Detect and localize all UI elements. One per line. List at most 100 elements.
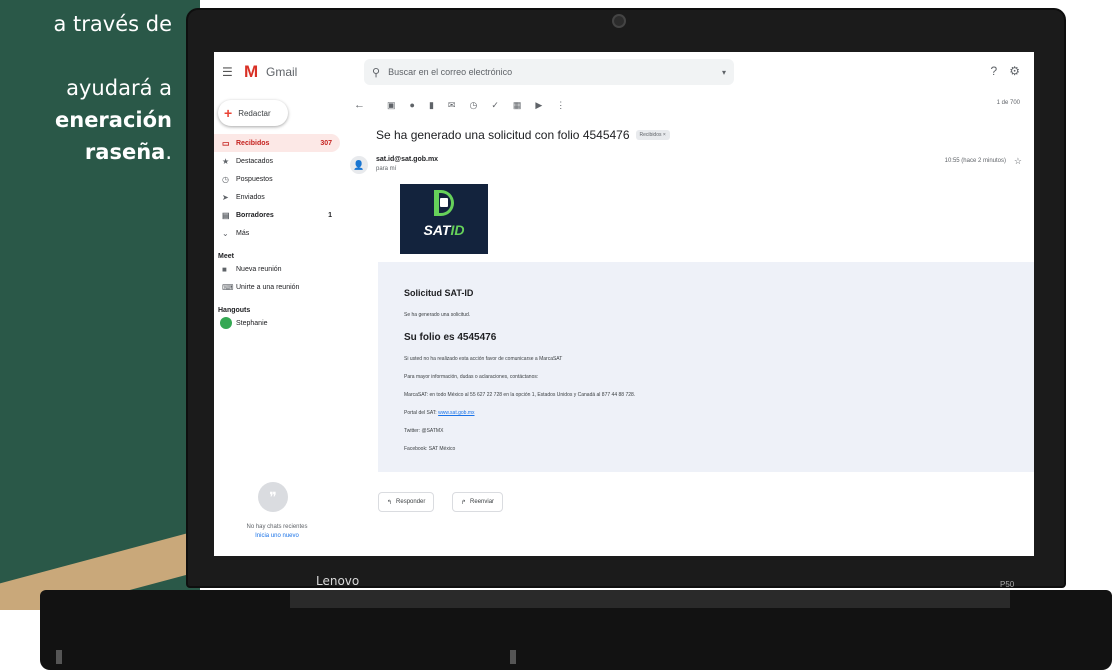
draft-icon: ▤ [222,210,230,220]
sidebar: + Redactar ▭ Recibidos 307 ★ Destacados … [214,96,340,556]
email-line-phone: MarcaSAT: en todo México al 55 627 22 72… [404,392,636,398]
sidebar-item-new-meeting[interactable]: ■ Nueva reunión [214,260,340,278]
sidebar-item-label: Recibidos [236,139,270,147]
hangouts-section-title: Hangouts [218,307,251,314]
portal-link[interactable]: www.sat.gob.mx [438,410,474,416]
email-body: Solicitud SAT-ID Se ha generado una soli… [378,262,1034,472]
gear-icon[interactable]: ⚙ [1009,64,1020,78]
sidebar-item-more[interactable]: ⌄ Más [214,224,340,242]
plus-icon: + [224,105,233,121]
avatar [220,317,232,329]
slide-line-4-suffix: . [165,140,172,164]
email-line-info: Para mayor información, dudas o aclaraci… [404,374,539,380]
compose-button[interactable]: + Redactar [218,100,288,126]
slide-line-4: raseña [84,140,166,164]
unread-count: 307 [320,139,332,147]
recipient-label[interactable]: para mí [376,166,396,172]
sidebar-item-label: Borradores [236,211,274,219]
search-options-icon[interactable]: ▾ [722,68,726,77]
sidebar-item-snoozed[interactable]: ◷ Pospuestos [214,170,340,188]
mark-unread-icon[interactable]: ✉ [448,100,456,111]
move-to-icon[interactable]: ▦ [513,100,522,111]
archive-icon[interactable]: ▣ [387,100,396,111]
inbox-icon: ▭ [222,138,230,148]
hangouts-user[interactable]: Stephanie [214,314,340,332]
label-chip[interactable]: Recibidos × [635,130,670,140]
message-toolbar: ← ▣ ● ▮ ✉ ◷ ✓ ▦ ▶ ⋮ [340,94,1034,116]
header-actions: ? ⚙ [991,64,1020,78]
email-subject: Se ha generado una solicitud con folio 4… [376,128,670,142]
slide-line-3: eneración [55,108,172,132]
sidebar-item-label: Pospuestos [236,175,273,183]
sidebar-item-join-meeting[interactable]: ⌨ Unirte a una reunión [214,278,340,296]
laptop-hinge-center [510,650,516,664]
email-folio: Su folio es 4545476 [404,332,497,343]
email-facebook: Facebook: SAT México [404,446,456,452]
email-line-generated: Se ha generado una solicitud. [404,312,471,318]
sidebar-item-sent[interactable]: ➤ Enviados [214,188,340,206]
back-arrow-icon[interactable]: ← [354,99,365,111]
video-icon: ■ [222,264,227,274]
more-options-icon[interactable]: ⋮ [556,100,565,111]
start-chat-link[interactable]: Inicia uno nuevo [214,533,340,539]
gmail-logo-icon[interactable]: M [244,62,262,82]
sat-id-logo: SATID [400,184,488,254]
logo-text-id: ID [450,222,465,238]
email-line-not-done: Si usted no ha realizado esta acción fav… [404,356,563,362]
search-input[interactable]: ⚲ Buscar en el correo electrónico ▾ [364,59,734,85]
email-subject-text: Se ha generado una solicitud con folio 4… [376,128,630,142]
search-icon[interactable]: ⚲ [372,66,380,79]
webcam-icon [612,14,626,28]
search-placeholder: Buscar en el correo electrónico [388,67,513,77]
laptop-hinge-left [56,650,62,664]
gmail-header: ☰ M Gmail ⚲ Buscar en el correo electrón… [214,52,1034,92]
lock-icon [440,198,448,207]
compose-label: Redactar [238,108,271,118]
portal-label: Portal del SAT: [404,410,437,416]
help-icon[interactable]: ? [991,64,998,78]
reply-icon: ↰ [387,499,393,506]
forward-icon: ↱ [461,499,467,506]
sat-id-logo-text: SATID [400,222,488,238]
keyboard-icon: ⌨ [222,282,234,292]
slide-line-2: ayudará a [66,76,172,100]
sidebar-item-inbox[interactable]: ▭ Recibidos 307 [214,134,340,152]
sidebar-item-label: Más [236,229,250,237]
gmail-app-name: Gmail [266,65,298,79]
report-spam-icon[interactable]: ● [410,100,415,110]
forward-button[interactable]: ↱ Reenviar [452,492,504,512]
sidebar-item-starred[interactable]: ★ Destacados [214,152,340,170]
pager: 1 de 700 [996,100,1020,106]
menu-icon[interactable]: ☰ [222,65,236,79]
sender-address: sat.id@sat.gob.mx [376,156,439,163]
sidebar-item-drafts[interactable]: ▤ Borradores 1 [214,206,340,224]
add-task-icon[interactable]: ✓ [491,100,499,111]
sidebar-item-label: Unirte a una reunión [236,283,300,291]
laptop-screen: ☰ M Gmail ⚲ Buscar en el correo electrón… [214,52,1034,556]
sender-avatar-icon: 👤 [350,156,368,174]
sidebar-item-label: Nueva reunión [236,265,282,273]
star-icon[interactable]: ☆ [1014,156,1022,167]
trash-icon[interactable]: ▮ [429,100,434,111]
reply-button[interactable]: ↰ Responder [378,492,435,512]
laptop-brand: Lenovo [316,574,360,588]
forward-label: Reenviar [470,499,495,505]
no-chats-text: No hay chats recientes [246,524,308,530]
meet-section-title: Meet [218,253,234,260]
email-twitter: Twitter: @SATMX [404,428,444,434]
hangouts-user-name: Stephanie [236,319,268,327]
reply-label: Responder [396,499,426,505]
message-view: ← ▣ ● ▮ ✉ ◷ ✓ ▦ ▶ ⋮ 1 de 700 Se ha gener… [340,92,1034,556]
email-title: Solicitud SAT-ID [404,288,474,298]
clock-icon: ◷ [222,174,229,184]
sidebar-nav: ▭ Recibidos 307 ★ Destacados ◷ Pospuesto… [214,134,340,332]
laptop-keyboard-edge [290,590,1010,608]
star-icon: ★ [222,156,230,166]
slide-line-1: a través de [53,12,173,36]
sidebar-item-label: Destacados [236,157,273,165]
send-icon: ➤ [222,192,229,202]
snooze-icon[interactable]: ◷ [469,100,477,111]
sidebar-item-label: Enviados [236,193,265,201]
email-portal-line: Portal del SAT: www.sat.gob.mx [404,410,475,416]
label-icon[interactable]: ▶ [535,100,542,111]
